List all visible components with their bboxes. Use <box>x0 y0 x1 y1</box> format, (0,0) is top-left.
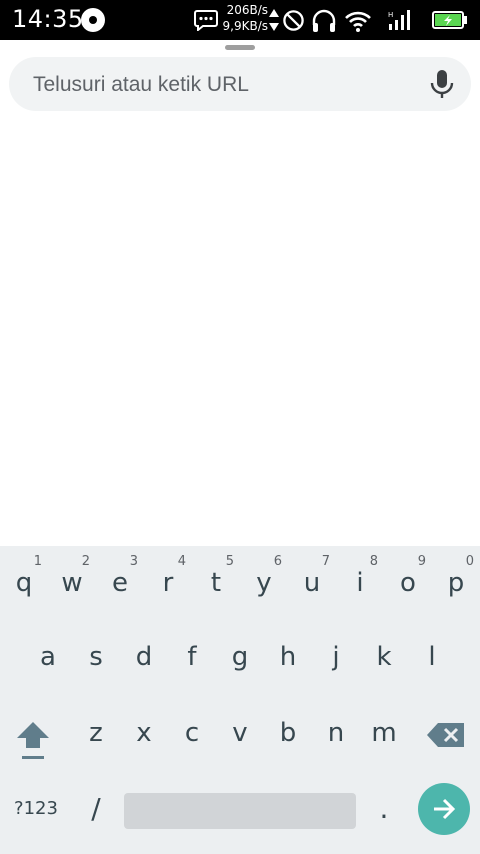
key-label: o <box>400 568 416 598</box>
key-label: v <box>232 718 248 748</box>
key-label: t <box>210 568 222 598</box>
key-l[interactable]: l <box>408 622 456 694</box>
key-p[interactable]: 0p <box>432 546 480 618</box>
key-h[interactable]: h <box>264 622 312 694</box>
key-d[interactable]: d <box>120 622 168 694</box>
period-key[interactable]: . <box>370 792 398 825</box>
key-label: p <box>447 568 465 598</box>
signal-icon: H <box>388 10 410 30</box>
key-hint: 5 <box>225 554 234 569</box>
symbols-key[interactable]: ?123 <box>10 798 62 819</box>
key-hint: 8 <box>369 554 378 569</box>
key-t[interactable]: 5t <box>192 546 240 618</box>
key-s[interactable]: s <box>72 622 120 694</box>
key-label: h <box>279 642 297 672</box>
key-label: m <box>371 718 397 748</box>
key-hint: 9 <box>417 554 426 569</box>
key-hint: 2 <box>81 554 90 569</box>
key-x[interactable]: x <box>120 698 168 770</box>
wifi-icon <box>345 11 371 32</box>
key-v[interactable]: v <box>216 698 264 770</box>
key-m[interactable]: m <box>360 698 408 770</box>
key-u[interactable]: 7u <box>288 546 336 618</box>
slash-key[interactable]: / <box>82 792 110 825</box>
key-label: s <box>89 642 103 672</box>
key-i[interactable]: 8i <box>336 546 384 618</box>
key-hint: 0 <box>465 554 474 569</box>
keyboard: 1q 2w 3e 4r 5t 6y 7u 8i 9o 0p a s d f g … <box>0 546 480 854</box>
key-label: n <box>327 718 345 748</box>
svg-text:H: H <box>388 11 393 19</box>
key-hint: 4 <box>177 554 186 569</box>
key-z[interactable]: z <box>72 698 120 770</box>
key-b[interactable]: b <box>264 698 312 770</box>
key-o[interactable]: 9o <box>384 546 432 618</box>
shift-icon[interactable] <box>14 718 52 762</box>
do-not-disturb-icon <box>283 10 304 31</box>
key-y[interactable]: 6y <box>240 546 288 618</box>
key-label: i <box>356 568 364 598</box>
status-bar: 14:35 206B/s 9,9KB/s H <box>0 0 480 40</box>
microphone-icon[interactable] <box>429 69 455 99</box>
download-speed: 9,9KB/s <box>222 19 268 33</box>
key-j[interactable]: j <box>312 622 360 694</box>
key-label: b <box>279 718 297 748</box>
key-label: c <box>184 718 200 748</box>
search-input[interactable] <box>31 57 415 113</box>
battery-charging-icon <box>432 11 467 29</box>
key-label: y <box>256 568 272 598</box>
data-arrows-icon <box>269 9 279 31</box>
key-label: x <box>136 718 152 748</box>
key-label: e <box>112 568 128 598</box>
message-icon <box>194 10 218 31</box>
key-w[interactable]: 2w <box>48 546 96 618</box>
key-n[interactable]: n <box>312 698 360 770</box>
space-bar[interactable] <box>124 793 356 829</box>
key-label: z <box>89 718 103 748</box>
search-bar[interactable] <box>9 57 471 113</box>
key-hint: 1 <box>33 554 42 569</box>
key-label: q <box>15 568 33 598</box>
network-speed: 206B/s 9,9KB/s <box>222 2 268 34</box>
key-hint: 6 <box>273 554 282 569</box>
key-k[interactable]: k <box>360 622 408 694</box>
drag-handle[interactable] <box>225 45 255 50</box>
key-r[interactable]: 4r <box>144 546 192 618</box>
key-hint: 3 <box>129 554 138 569</box>
key-label: l <box>428 642 436 672</box>
go-button[interactable] <box>418 783 470 835</box>
key-q[interactable]: 1q <box>0 546 48 618</box>
key-hint: 7 <box>321 554 330 569</box>
key-label: a <box>40 642 56 672</box>
key-label: k <box>376 642 392 672</box>
status-time: 14:35 <box>12 5 84 33</box>
backspace-icon[interactable] <box>426 722 466 748</box>
upload-speed: 206B/s <box>226 3 268 17</box>
arrow-right-icon <box>434 798 456 820</box>
key-f[interactable]: f <box>168 622 216 694</box>
key-label: j <box>332 642 340 672</box>
key-label: u <box>303 568 321 598</box>
key-c[interactable]: c <box>168 698 216 770</box>
key-label: f <box>187 642 197 672</box>
key-g[interactable]: g <box>216 622 264 694</box>
screen-record-icon <box>81 8 105 32</box>
key-a[interactable]: a <box>24 622 72 694</box>
key-label: d <box>135 642 153 672</box>
key-label: r <box>162 568 174 598</box>
key-e[interactable]: 3e <box>96 546 144 618</box>
key-label: w <box>61 568 83 598</box>
headphones-icon <box>312 9 336 32</box>
key-label: g <box>231 642 249 672</box>
